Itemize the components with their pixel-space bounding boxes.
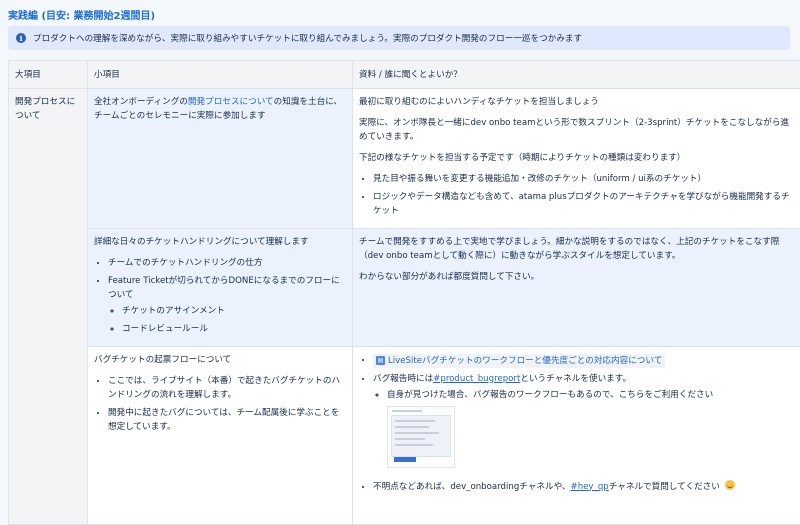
item-cell: 全社オンボーディングの開発プロセスについての知識を土台に、チームごとのセレモニー… <box>88 89 353 229</box>
sub-list-item: 自身が見つけた場合、バグ報告のワークフローもあるので、こちらをご利用ください <box>387 388 794 402</box>
header-resources: 資料 / 誰に聞くとよいか？ <box>353 61 800 89</box>
resource-paragraph: チームで開発をすすめる上で実地で学びましょう。細かな説明をするのではなく、上記の… <box>359 235 794 263</box>
list-item: 見た目や振る舞いを変更する機能追加・改修のチケット（uniform / ui系の… <box>373 172 794 186</box>
item-paragraph: バグチケットの起票フローについて <box>94 353 346 367</box>
resource-cell: 最初に取り組むのによいハンディなチケットを担当しましょう 実際に、オンボ隊長と一… <box>353 89 800 229</box>
table-row: 詳細な日々のチケットハンドリングについて理解します チームでのチケットハンドリン… <box>9 229 800 347</box>
info-icon: i <box>16 33 26 43</box>
list-item: ここでは、ライブサイト（本番）で起きたバグチケットのハンドリングの流れを理解しま… <box>108 374 346 402</box>
sub-list: 自身が見つけた場合、バグ報告のワークフローもあるので、こちらをご利用ください <box>373 388 794 402</box>
item-list: チームでのチケットハンドリングの仕方 Feature Ticketが切られてから… <box>94 256 346 336</box>
table-row: 開発プロセスについて 全社オンボーディングの開発プロセスについての知識を土台に、… <box>9 89 800 229</box>
list-item-text: バグ報告時には <box>373 374 433 384</box>
smile-emoji-icon <box>725 480 735 490</box>
bug-report-workflow-screenshot[interactable] <box>387 406 455 468</box>
resource-paragraph: 下記の様なチケットを担当する予定です（時期によりチケットの種類は変わります） <box>359 151 794 165</box>
resource-list: ▤ LiveSiteバグチケットのワークフローと優先度ごとの対応内容について バ… <box>359 353 794 494</box>
page-icon: ▤ <box>376 356 385 365</box>
resource-cell: ▤ LiveSiteバグチケットのワークフローと優先度ごとの対応内容について バ… <box>353 347 800 525</box>
header-item: 小項目 <box>88 61 353 89</box>
info-panel: i プロダクトへの理解を深めながら、実際に取り組みやすいチケットに取り組んでみま… <box>8 26 790 50</box>
item-cell: 詳細な日々のチケットハンドリングについて理解します チームでのチケットハンドリン… <box>88 229 353 347</box>
product-bugreport-channel-link[interactable]: #product_bugreport <box>433 374 520 384</box>
list-item-text: チャネルで質問してください <box>609 482 720 492</box>
resource-paragraph: 最初に取り組むのによいハンディなチケットを担当しましょう <box>359 95 794 109</box>
sub-list-item: コードレビュールール <box>122 322 346 336</box>
list-item: 不明点などあれば、dev_onboardingチャネルや、#hey_qpチャネル… <box>373 480 794 494</box>
page-title: 実践編 (目安: 業務開始2週間目) <box>8 7 155 22</box>
item-paragraph: 詳細な日々のチケットハンドリングについて理解します <box>94 235 346 249</box>
resource-paragraph: わからない部分があれば都度質問して下さい。 <box>359 270 794 284</box>
resource-paragraph: 実際に、オンボ隊長と一緒にdev onbo teamという形で数スプリント（2-… <box>359 116 794 144</box>
list-item-text: 不明点などあれば、dev_onboardingチャネルや、 <box>373 482 571 492</box>
list-item-text: Feature Ticketが切られてからDONEになるまでのフローについて <box>108 276 340 300</box>
table-header-row: 大項目 小項目 資料 / 誰に聞くとよいか？ <box>9 61 800 89</box>
list-item: チームでのチケットハンドリングの仕方 <box>108 256 346 270</box>
livesite-bug-workflow-link[interactable]: ▤ LiveSiteバグチケットのワークフローと優先度ごとの対応内容について <box>373 354 665 368</box>
item-cell: バグチケットの起票フローについて ここでは、ライブサイト（本番）で起きたバグチケ… <box>88 347 353 525</box>
list-item: ▤ LiveSiteバグチケットのワークフローと優先度ごとの対応内容について <box>373 353 794 368</box>
hey-qp-channel-link[interactable]: #hey_qp <box>571 482 609 492</box>
header-category: 大項目 <box>9 61 88 89</box>
info-panel-text: プロダクトへの理解を深めながら、実際に取り組みやすいチケットに取り組んでみましょ… <box>33 32 582 44</box>
list-item: ロジックやデータ構造なども含めて、atama plusプロダクトのアーキテクチャ… <box>373 190 794 218</box>
list-item: Feature Ticketが切られてからDONEになるまでのフローについて チ… <box>108 274 346 336</box>
table-row: バグチケットの起票フローについて ここでは、ライブサイト（本番）で起きたバグチケ… <box>9 347 800 525</box>
ticket-type-list: 見た目や振る舞いを変更する機能追加・改修のチケット（uniform / ui系の… <box>359 172 794 218</box>
item-text: 全社オンボーディングの <box>94 97 188 107</box>
category-label: 開発プロセスについて <box>15 97 75 121</box>
resource-cell: チームで開発をすすめる上で実地で学びましょう。細かな説明をするのではなく、上記の… <box>353 229 800 347</box>
list-item: 開発中に起きたバグについては、チーム配属後に学ぶことを想定しています。 <box>108 406 346 434</box>
list-item-text: というチャネルを使います。 <box>520 374 631 384</box>
sub-list-item: チケットのアサインメント <box>122 304 346 318</box>
link-label: LiveSiteバグチケットのワークフローと優先度ごとの対応内容について <box>388 354 662 368</box>
list-item: バグ報告時には#product_bugreportというチャネルを使います。 自… <box>373 372 794 468</box>
sub-list: チケットのアサインメント コードレビュールール <box>108 304 346 336</box>
onboarding-table: 大項目 小項目 資料 / 誰に聞くとよいか？ 開発プロセスについて 全社オンボー… <box>8 60 800 525</box>
category-cell: 開発プロセスについて <box>9 89 88 525</box>
item-list: ここでは、ライブサイト（本番）で起きたバグチケットのハンドリングの流れを理解しま… <box>94 374 346 434</box>
dev-process-link[interactable]: 開発プロセスについて <box>188 97 274 107</box>
